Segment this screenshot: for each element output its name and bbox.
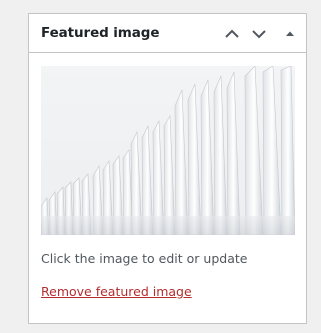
panel-body: Click the image to edit or update Remove… — [41, 66, 295, 299]
toggle-panel-button[interactable] — [281, 25, 299, 43]
panel-title: Featured image — [41, 25, 160, 41]
move-up-button[interactable] — [223, 25, 241, 43]
chevron-down-icon — [252, 30, 266, 39]
panel-header: Featured image — [29, 14, 306, 53]
featured-image-panel: Featured image Click the image to edit o… — [28, 13, 307, 324]
chevron-up-icon — [225, 29, 239, 38]
featured-image-thumbnail[interactable] — [41, 66, 295, 235]
triangle-up-icon — [286, 31, 294, 36]
edit-hint-text: Click the image to edit or update — [41, 251, 248, 266]
remove-featured-image-link[interactable]: Remove featured image — [41, 284, 192, 299]
featured-image-picture — [41, 66, 295, 235]
move-down-button[interactable] — [250, 25, 268, 43]
